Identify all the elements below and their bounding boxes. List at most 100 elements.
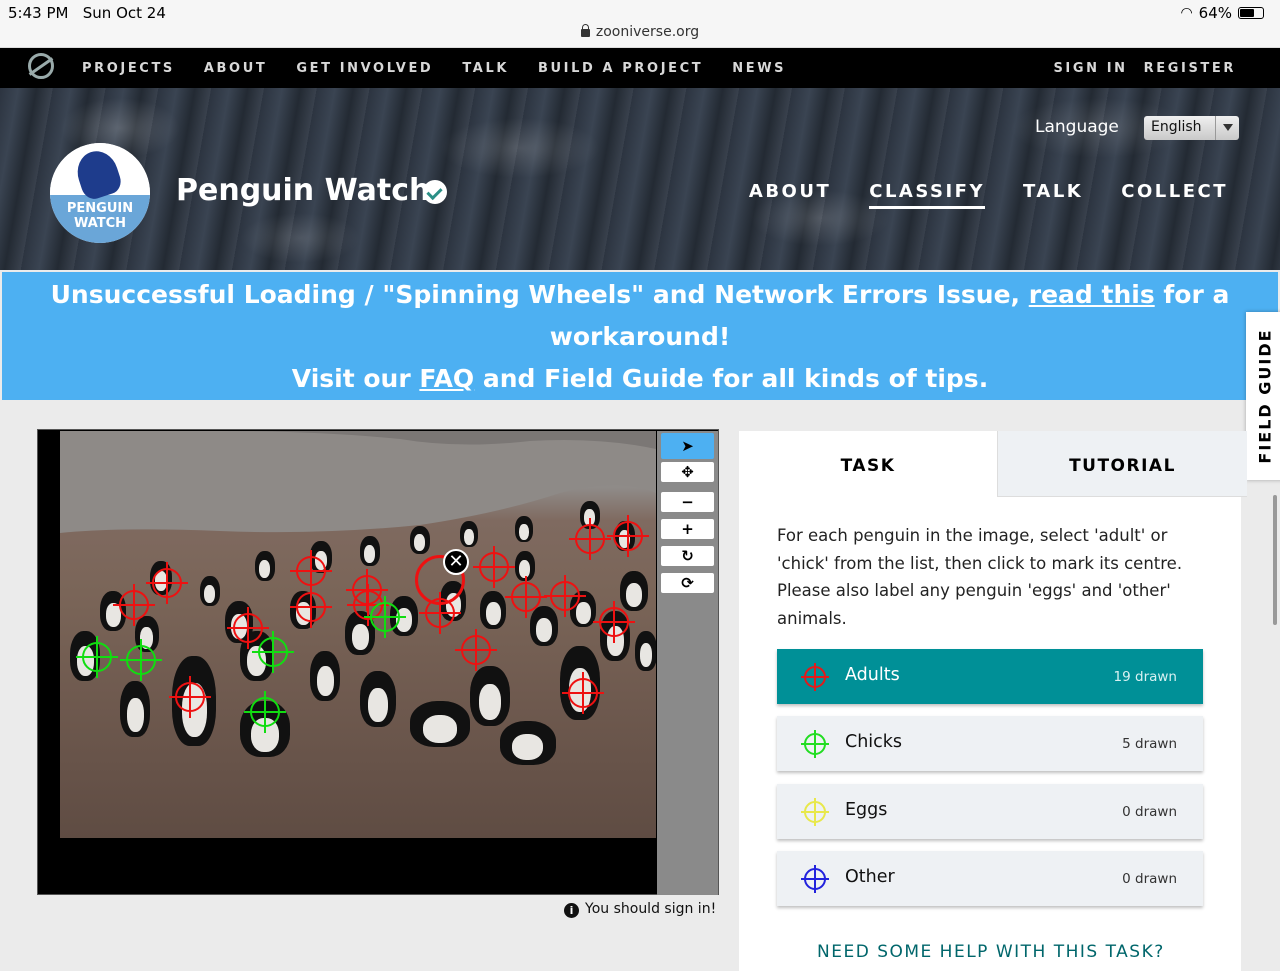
choice-other[interactable]: Other 0 drawn bbox=[777, 851, 1203, 906]
sign-in-link[interactable]: SIGN IN bbox=[1053, 61, 1127, 76]
marks-layer[interactable]: ✕ bbox=[60, 431, 656, 838]
adult-mark[interactable] bbox=[569, 518, 611, 560]
crosshair-icon bbox=[801, 663, 829, 691]
adult-mark[interactable] bbox=[290, 586, 332, 628]
read-this-link[interactable]: read this bbox=[1029, 280, 1155, 309]
zoom-in-icon: + bbox=[681, 520, 694, 538]
crosshair-icon bbox=[801, 730, 829, 758]
battery-percent: 64% bbox=[1198, 4, 1232, 22]
task-instructions: For each penguin in the image, select 'a… bbox=[777, 526, 1183, 628]
chick-mark[interactable] bbox=[120, 639, 162, 681]
choice-label: Adults bbox=[845, 665, 900, 685]
rotate-icon: ↻ bbox=[681, 547, 694, 565]
nav-news[interactable]: NEWS bbox=[732, 61, 786, 76]
project-nav-about[interactable]: ABOUT bbox=[749, 181, 831, 209]
chevron-down-icon bbox=[1215, 116, 1239, 140]
reset-view-button[interactable]: ⟳ bbox=[661, 573, 714, 593]
field-guide-tab[interactable]: FIELD GUIDE bbox=[1246, 312, 1280, 480]
choice-eggs[interactable]: Eggs 0 drawn bbox=[777, 784, 1203, 839]
choice-count: 0 drawn bbox=[1122, 804, 1177, 820]
adult-mark[interactable] bbox=[505, 576, 547, 618]
task-panel: TASK TUTORIAL For each penguin in the im… bbox=[739, 431, 1247, 971]
adult-mark[interactable] bbox=[473, 546, 515, 588]
wifi-icon: ◠ bbox=[1180, 5, 1193, 21]
chick-mark[interactable] bbox=[364, 596, 406, 638]
nav-get-involved[interactable]: GET INVOLVED bbox=[296, 61, 433, 76]
battery-icon bbox=[1238, 7, 1264, 19]
adult-mark[interactable] bbox=[169, 676, 211, 718]
sign-in-note: i You should sign in! bbox=[564, 901, 716, 918]
zooniverse-logo-icon[interactable] bbox=[28, 53, 54, 79]
chick-mark[interactable] bbox=[244, 691, 286, 733]
adult-mark[interactable] bbox=[113, 584, 155, 626]
address-bar[interactable]: zooniverse.org bbox=[0, 24, 1280, 40]
zoom-out-icon: − bbox=[681, 493, 694, 511]
project-nav-classify[interactable]: CLASSIFY bbox=[869, 181, 986, 209]
chick-mark[interactable] bbox=[252, 631, 294, 673]
zoom-out-button[interactable]: − bbox=[661, 492, 714, 512]
pointer-tool-button[interactable]: ➤ bbox=[661, 433, 714, 459]
nav-talk[interactable]: TALK bbox=[462, 61, 509, 76]
viewer-toolbar: ➤ ✥ − + ↻ ⟳ bbox=[657, 431, 718, 895]
project-nav-collect[interactable]: COLLECT bbox=[1121, 181, 1228, 209]
adult-mark[interactable] bbox=[607, 515, 649, 557]
nav-about[interactable]: ABOUT bbox=[204, 61, 267, 76]
ios-status-bar: 5:43 PM Sun Oct 24 ◠ 64% zooniverse.org bbox=[0, 0, 1280, 48]
delete-mark-button[interactable]: ✕ bbox=[443, 549, 469, 575]
reset-icon: ⟳ bbox=[681, 574, 694, 592]
choice-label: Eggs bbox=[845, 800, 888, 820]
adult-mark[interactable] bbox=[544, 575, 586, 617]
choice-count: 5 drawn bbox=[1122, 736, 1177, 752]
sign-in-note-text: You should sign in! bbox=[585, 901, 717, 917]
pointer-icon: ➤ bbox=[681, 437, 694, 455]
adult-mark[interactable] bbox=[455, 629, 497, 671]
adult-mark[interactable] bbox=[562, 672, 604, 714]
crosshair-icon bbox=[801, 798, 829, 826]
choice-label: Other bbox=[845, 867, 895, 887]
choice-adults[interactable]: Adults 19 drawn bbox=[777, 649, 1203, 704]
nav-projects[interactable]: PROJECTS bbox=[82, 61, 175, 76]
project-header: PENGUIN WATCH Penguin Watch Language Engl… bbox=[0, 88, 1280, 270]
language-select[interactable]: English bbox=[1144, 116, 1239, 140]
choice-label: Chicks bbox=[845, 732, 903, 752]
announcement-line-3: Visit our FAQ and Field Guide for all ki… bbox=[291, 364, 989, 393]
subject-viewer: ✕ bbox=[37, 429, 719, 895]
zooniverse-nav-links: PROJECTS ABOUT GET INVOLVED TALK BUILD A… bbox=[82, 48, 786, 88]
crosshair-icon bbox=[801, 865, 829, 893]
announcement-line-1: Unsuccessful Loading / "Spinning Wheels"… bbox=[50, 280, 1230, 309]
zooniverse-nav: PROJECTS ABOUT GET INVOLVED TALK BUILD A… bbox=[0, 48, 1280, 88]
choice-count: 19 drawn bbox=[1113, 669, 1177, 685]
language-select-value: English bbox=[1151, 119, 1202, 135]
project-avatar[interactable]: PENGUIN WATCH bbox=[50, 143, 150, 243]
avatar-text: PENGUIN WATCH bbox=[66, 201, 134, 231]
announcement-line-2: workaround! bbox=[549, 322, 731, 351]
adult-mark[interactable] bbox=[227, 607, 269, 649]
tab-tutorial[interactable]: TUTORIAL bbox=[997, 431, 1247, 497]
tab-task[interactable]: TASK bbox=[739, 431, 997, 497]
announcement-banner: Unsuccessful Loading / "Spinning Wheels"… bbox=[2, 272, 1278, 400]
lock-icon bbox=[580, 24, 590, 37]
nav-build-a-project[interactable]: BUILD A PROJECT bbox=[538, 61, 703, 76]
adult-mark[interactable] bbox=[290, 550, 332, 592]
zoom-in-button[interactable]: + bbox=[661, 519, 714, 539]
choice-count: 0 drawn bbox=[1122, 871, 1177, 887]
verified-badge-icon bbox=[423, 180, 447, 204]
project-nav-talk[interactable]: TALK bbox=[1023, 181, 1083, 209]
adult-mark[interactable] bbox=[146, 562, 188, 604]
address-url: zooniverse.org bbox=[595, 24, 700, 40]
project-title[interactable]: Penguin Watch bbox=[176, 173, 430, 208]
adult-mark[interactable] bbox=[593, 601, 635, 643]
faq-link[interactable]: FAQ bbox=[419, 364, 474, 393]
choice-chicks[interactable]: Chicks 5 drawn bbox=[777, 716, 1203, 771]
task-help-link[interactable]: NEED SOME HELP WITH THIS TASK? bbox=[817, 942, 1165, 962]
status-time: 5:43 PM Sun Oct 24 bbox=[8, 4, 166, 22]
info-icon: i bbox=[564, 903, 579, 918]
register-link[interactable]: REGISTER bbox=[1144, 61, 1236, 76]
chick-mark[interactable] bbox=[76, 636, 118, 678]
project-nav: ABOUT CLASSIFY TALK COLLECT bbox=[749, 181, 1228, 209]
language-label: Language bbox=[1035, 117, 1119, 137]
page-scrollbar[interactable] bbox=[1273, 495, 1277, 625]
status-indicators: ◠ 64% bbox=[1180, 4, 1264, 22]
move-tool-button[interactable]: ✥ bbox=[661, 462, 714, 482]
rotate-button[interactable]: ↻ bbox=[661, 546, 714, 566]
